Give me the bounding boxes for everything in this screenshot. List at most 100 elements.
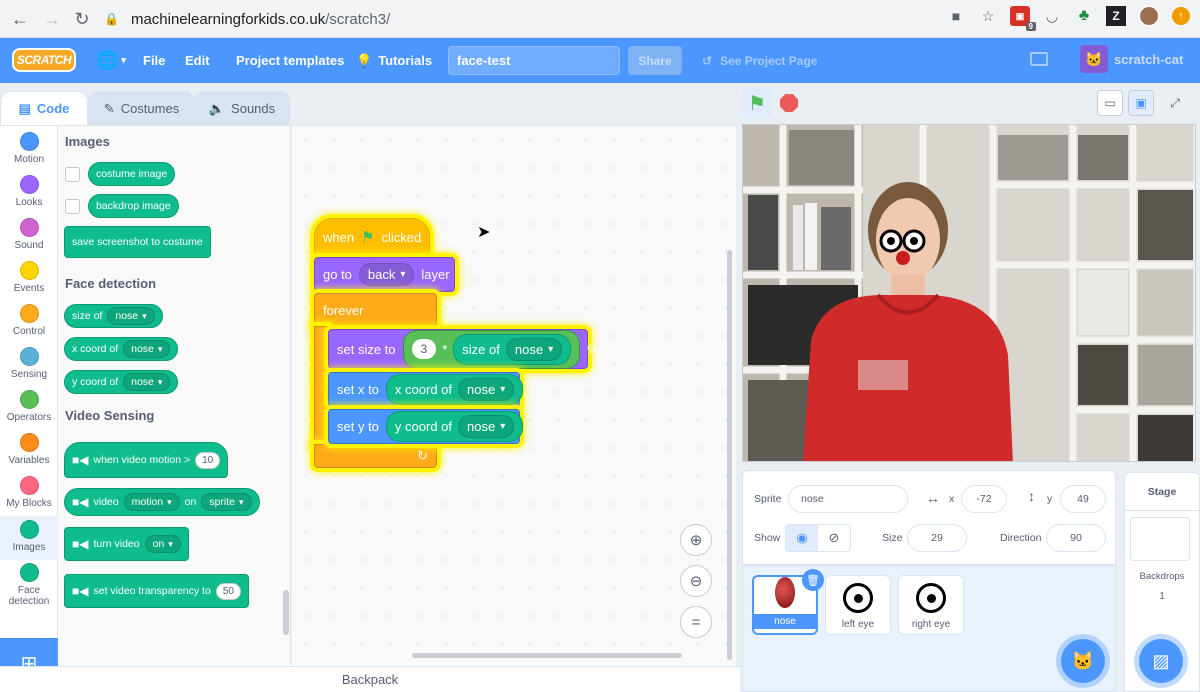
costume-image-block[interactable]: costume image — [88, 162, 176, 186]
nose-dropdown[interactable]: nose — [458, 378, 515, 401]
size-of-reporter[interactable]: size of nose — [453, 333, 572, 365]
my-stuff-folder-icon[interactable] — [1030, 52, 1048, 66]
stop-button[interactable] — [780, 94, 798, 112]
share-button[interactable]: Share — [628, 46, 682, 75]
go-to-layer-block[interactable]: go to back layer — [314, 257, 455, 292]
when-video-motion-block[interactable]: ■◀ when video motion > 10 — [64, 442, 229, 478]
backpack-bar[interactable]: Backpack — [0, 666, 740, 692]
evernote-icon[interactable]: ♣ — [1074, 6, 1094, 26]
project-title-input[interactable]: face-test — [448, 46, 620, 75]
stage-canvas[interactable] — [742, 124, 1196, 462]
transparency-input[interactable]: 50 — [215, 582, 241, 600]
costume-image-checkbox[interactable] — [65, 167, 80, 182]
category-face-detection[interactable]: Face detection — [0, 563, 58, 609]
direction-input[interactable]: 90 — [1046, 524, 1106, 552]
tutorials-menu[interactable]: 💡 Tutorials — [356, 38, 432, 83]
sprite-name-input[interactable]: nose — [788, 485, 908, 513]
update-icon[interactable]: ↑ — [1172, 7, 1190, 25]
project-templates-menu[interactable]: Project templates — [236, 38, 344, 83]
fullscreen-button[interactable]: ⤢ — [1162, 90, 1188, 116]
tab-code[interactable]: ▤ Code — [0, 91, 88, 125]
when-flag-clicked-block[interactable]: when ⚑ clicked — [314, 218, 430, 256]
scripts-workspace[interactable]: when ⚑ clicked go to back layer forever ↻ se… — [292, 125, 736, 666]
motion-dropdown[interactable]: motion — [123, 493, 180, 511]
set-y-block[interactable]: set y to y coord of nose — [328, 409, 524, 444]
sprite-tile-right-eye[interactable]: right eye — [898, 575, 964, 635]
nose-dropdown[interactable]: nose — [123, 340, 171, 358]
x-coord-of-block[interactable]: x coord of nose — [64, 337, 179, 361]
category-looks[interactable]: Looks — [0, 175, 58, 217]
category-sensing[interactable]: Sensing — [0, 347, 58, 389]
file-menu[interactable]: File — [143, 38, 165, 83]
x-position-input[interactable]: -72 — [961, 485, 1007, 513]
y-coord-of-block[interactable]: y coord of nose — [64, 370, 179, 394]
sprite-tile-left-eye[interactable]: left eye — [825, 575, 891, 635]
address-bar[interactable]: 🔒 machinelearningforkids.co.uk/scratch3/ — [104, 5, 1004, 33]
category-images[interactable]: Images — [0, 516, 58, 560]
video-motion-on-block[interactable]: ■◀ video motion on sprite — [64, 488, 260, 516]
small-stage-button[interactable]: ▭ — [1097, 90, 1123, 116]
workspace-horizontal-scrollbar[interactable] — [412, 653, 682, 658]
camera-icon[interactable]: ■ — [946, 6, 966, 26]
nose-dropdown[interactable]: nose — [123, 373, 171, 391]
normal-stage-button[interactable]: ▣ — [1128, 90, 1154, 116]
category-operators[interactable]: Operators — [0, 390, 58, 432]
add-backdrop-button[interactable]: ▨ — [1139, 639, 1183, 683]
pocket-icon[interactable]: ◡ — [1042, 6, 1062, 26]
set-x-block[interactable]: set x to x coord of nose — [328, 372, 524, 407]
zotero-icon[interactable]: Z — [1106, 6, 1126, 26]
scratch-logo[interactable]: SCRATCH — [12, 48, 76, 72]
size-of-block[interactable]: size of nose — [64, 304, 163, 328]
set-size-block[interactable]: set size to 3 * size of nose % — [328, 329, 599, 369]
delete-sprite-icon[interactable]: 🗑 — [802, 569, 824, 591]
y-position-input[interactable]: 49 — [1060, 485, 1106, 513]
forever-block[interactable]: forever — [314, 293, 437, 327]
add-sprite-button[interactable]: 🐱 — [1061, 639, 1105, 683]
category-events[interactable]: Events — [0, 261, 58, 303]
nose-dropdown[interactable]: nose — [458, 415, 515, 438]
back-arrow-icon[interactable]: ← — [6, 5, 34, 33]
see-project-page-button[interactable]: ↺ See Project Page — [702, 38, 817, 83]
y-coord-reporter[interactable]: y coord of nose — [385, 411, 524, 442]
x-coord-reporter[interactable]: x coord of nose — [385, 374, 524, 405]
turn-video-block[interactable]: ■◀ turn video on — [64, 527, 189, 561]
set-video-transparency-block[interactable]: ■◀ set video transparency to 50 — [64, 574, 249, 608]
nose-dropdown[interactable]: nose — [505, 337, 563, 361]
star-icon[interactable]: ☆ — [978, 6, 998, 26]
backdrop-image-block[interactable]: backdrop image — [88, 194, 179, 218]
layer-dropdown[interactable]: back — [358, 263, 415, 286]
tab-costumes[interactable]: ✎ Costumes — [88, 91, 195, 125]
account-menu[interactable]: 🐱 scratch-cat — [1080, 45, 1183, 73]
zoom-out-button[interactable]: ⊖ — [680, 565, 712, 597]
forward-arrow-icon[interactable]: → — [38, 5, 66, 33]
backdrop-thumbnail[interactable] — [1130, 517, 1190, 561]
tab-sounds[interactable]: 🔈 Sounds — [194, 91, 290, 125]
reload-icon[interactable]: ↻ — [68, 5, 96, 33]
sprite-dropdown[interactable]: sprite — [201, 493, 252, 511]
category-variables[interactable]: Variables — [0, 433, 58, 475]
save-screenshot-block[interactable]: save screenshot to costume — [64, 226, 211, 258]
multiplier-input[interactable]: 3 — [411, 339, 437, 359]
video-state-dropdown[interactable]: on — [144, 535, 181, 553]
show-hidden-icon[interactable]: ⊘ — [818, 525, 850, 551]
sprite-tile-nose[interactable]: 🗑 nose — [752, 569, 824, 635]
size-input[interactable]: 29 — [907, 524, 967, 552]
green-flag-button[interactable]: ⚑ — [742, 88, 772, 118]
backdrop-image-checkbox[interactable] — [65, 199, 80, 214]
category-control[interactable]: Control — [0, 304, 58, 346]
motion-threshold-input[interactable]: 10 — [195, 451, 221, 469]
extension-red-icon[interactable]: ▣ 9 — [1010, 6, 1036, 31]
category-my-blocks[interactable]: My Blocks — [0, 476, 58, 518]
nose-dropdown[interactable]: nose — [107, 307, 155, 325]
category-sound[interactable]: Sound — [0, 218, 58, 260]
zoom-reset-button[interactable]: = — [680, 606, 712, 638]
language-menu[interactable]: 🌐 ▾ — [96, 38, 126, 83]
palette-scrollbar[interactable] — [283, 590, 289, 635]
stage-pane[interactable]: Stage Backdrops 1 ▨ — [1124, 472, 1200, 692]
category-motion[interactable]: Motion — [0, 132, 58, 174]
profile-avatar[interactable] — [1138, 5, 1160, 27]
workspace-vertical-scrollbar[interactable] — [727, 250, 732, 660]
multiply-operator[interactable]: 3 * size of nose — [402, 329, 581, 369]
edit-menu[interactable]: Edit — [185, 38, 210, 83]
zoom-in-button[interactable]: ⊕ — [680, 524, 712, 556]
